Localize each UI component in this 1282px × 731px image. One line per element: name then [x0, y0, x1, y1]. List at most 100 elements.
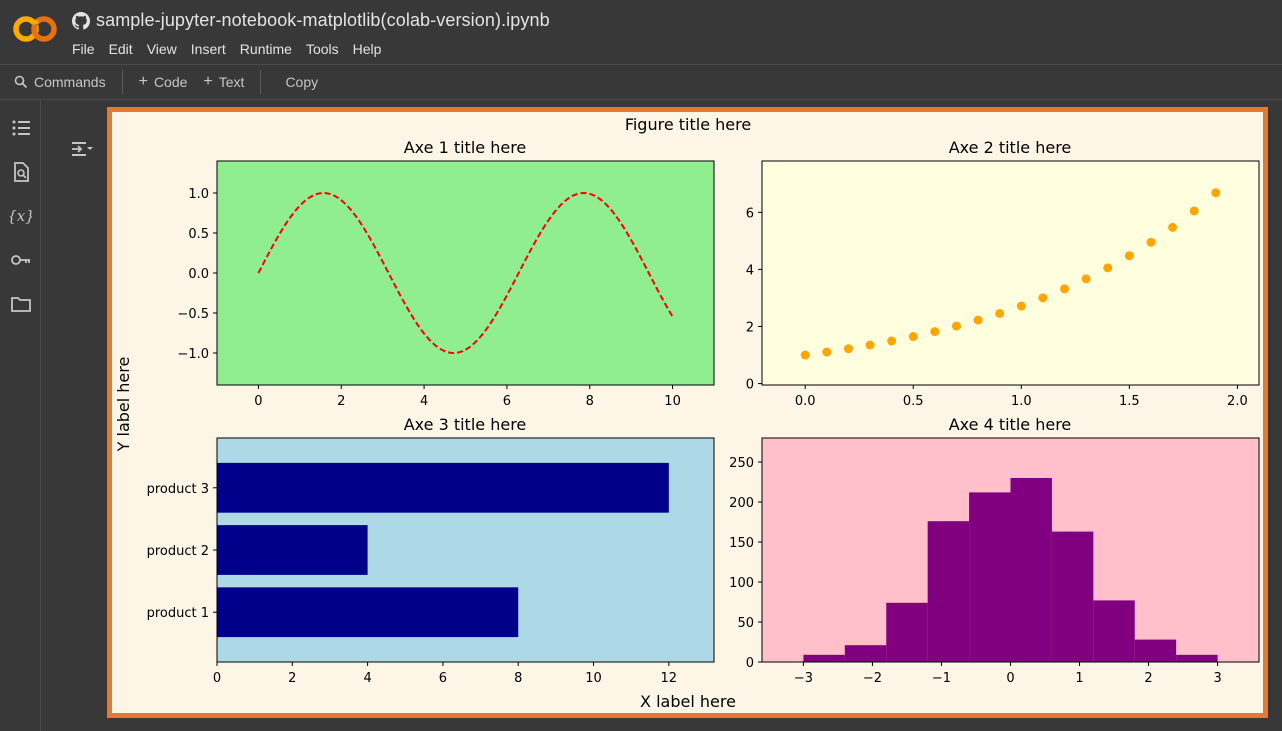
axes-1-xtick-label: 8	[586, 394, 594, 409]
scatter-point	[908, 332, 918, 342]
axes-1-xtick-label: 0	[254, 394, 262, 409]
menu-runtime[interactable]: Runtime	[240, 40, 306, 58]
text-label: Text	[218, 74, 245, 90]
axes-3-xtick-label: 8	[514, 671, 522, 686]
axes-2-title: Axe 2 title here	[949, 138, 1072, 157]
copy-to-drive-button[interactable]: Copy	[269, 65, 326, 99]
axes-3-xtick-label: 0	[213, 671, 221, 686]
menu-help[interactable]: Help	[353, 40, 396, 58]
histogram-bin	[927, 521, 970, 662]
scatter-point	[887, 336, 897, 346]
add-text-button[interactable]: + Text	[195, 65, 252, 99]
axes-4-xtick-label: 0	[1006, 671, 1014, 686]
github-icon	[72, 11, 90, 30]
axes-3-ytick-label: product 2	[147, 544, 209, 559]
notebook-title-row: sample-jupyter-notebook-matplotlib(colab…	[72, 10, 550, 31]
left-sidebar: {x}	[0, 100, 41, 731]
axes-2-background	[762, 161, 1259, 385]
axes-2-ytick-label: 2	[746, 321, 754, 336]
scatter-point	[973, 315, 983, 325]
table-of-contents-icon[interactable]	[10, 117, 32, 139]
scatter-point	[1081, 274, 1091, 284]
axes-1-xtick-label: 6	[503, 394, 511, 409]
scatter-point	[822, 347, 832, 357]
find-icon[interactable]	[10, 161, 32, 183]
axes-3-xtick-label: 6	[439, 671, 447, 686]
axes-1: Axe 1 title here 0 2 4 6 8 10 1.0 0.5 0.0 −0.5 −1.…	[177, 138, 715, 409]
figure-ylabel: Y label here	[114, 357, 133, 453]
colab-logo[interactable]	[12, 14, 58, 44]
axes-3-ytick-label: product 1	[147, 606, 209, 621]
scatter-point	[843, 344, 853, 354]
output-actions-icon[interactable]	[70, 138, 94, 160]
axes-4: Axe 4 title here −3 −2 −1 0 1 2 3 0 50 100 150 200 2…	[729, 415, 1260, 686]
histogram-bin	[1176, 654, 1218, 662]
axes-4-ytick-label: 200	[729, 496, 754, 511]
code-label: Code	[153, 74, 188, 90]
scatter-point	[1168, 222, 1178, 232]
axes-2-xtick-label: 2.0	[1227, 394, 1248, 409]
axes-4-xtick-label: −2	[863, 671, 882, 686]
axes-1-ytick-label: −1.0	[177, 347, 209, 362]
colab-window: sample-jupyter-notebook-matplotlib(colab…	[0, 0, 1282, 731]
figure-xlabel: X label here	[640, 692, 736, 711]
axes-4-xtick-label: 3	[1213, 671, 1221, 686]
axes-3-ytick-label: product 3	[147, 482, 209, 497]
axes-2-ytick-label: 6	[746, 206, 754, 221]
axes-3-xtick-label: 12	[661, 671, 678, 686]
axes-2-xtick-label: 1.5	[1119, 394, 1140, 409]
cell-output-figure: Figure title here X label here Y label h…	[107, 107, 1268, 718]
notebook-title[interactable]: sample-jupyter-notebook-matplotlib(colab…	[96, 10, 550, 31]
axes-2-xtick-label: 1.0	[1011, 394, 1032, 409]
menu-insert[interactable]: Insert	[191, 40, 240, 58]
histogram-bin	[1051, 531, 1094, 662]
scatter-point	[1124, 251, 1134, 261]
histogram-bin	[1010, 478, 1052, 662]
toolbar: Commands + Code + Text Copy	[0, 64, 1282, 100]
axes-1-ytick-label: 0.0	[188, 267, 209, 282]
axes-1-ytick-label: 1.0	[188, 187, 209, 202]
axes-1-xtick-label: 2	[337, 394, 345, 409]
bar-product-2	[217, 525, 368, 575]
commands-button[interactable]: Commands	[0, 65, 114, 99]
menu-edit[interactable]: Edit	[109, 40, 147, 58]
scatter-point	[1103, 263, 1113, 273]
scatter-point	[800, 350, 810, 360]
menu-bar: File Edit View Insert Runtime Tools Help	[72, 40, 395, 58]
axes-2-ytick-label: 0	[746, 378, 754, 393]
axes-4-ytick-label: 250	[729, 456, 754, 471]
axes-4-ytick-label: 0	[746, 656, 754, 671]
toolbar-divider	[121, 70, 123, 94]
scatter-point	[995, 308, 1005, 318]
commands-label: Commands	[34, 74, 106, 90]
scatter-point	[1211, 188, 1221, 198]
axes-3-xtick-label: 4	[363, 671, 371, 686]
axes-1-title: Axe 1 title here	[404, 138, 527, 157]
menu-tools[interactable]: Tools	[306, 40, 353, 58]
copy-label: Copy	[285, 74, 319, 90]
histogram-bin	[886, 602, 928, 662]
axes-1-ytick-label: −0.5	[177, 307, 209, 322]
toolbar-divider	[260, 70, 262, 94]
matplotlib-figure: Figure title here X label here Y label h…	[114, 115, 1260, 711]
axes-4-xtick-label: −3	[794, 671, 813, 686]
axes-2-xtick-label: 0.0	[795, 394, 816, 409]
scatter-point	[1146, 237, 1156, 247]
menu-view[interactable]: View	[147, 40, 191, 58]
files-folder-icon[interactable]	[10, 293, 32, 315]
add-code-button[interactable]: + Code	[131, 65, 196, 99]
axes-4-title: Axe 4 title here	[949, 415, 1072, 434]
axes-1-background	[217, 161, 714, 385]
bar-product-3	[217, 462, 669, 513]
histogram-bin	[969, 492, 1011, 662]
axes-1-ytick-label: 0.5	[188, 227, 209, 242]
axes-3-title: Axe 3 title here	[404, 415, 527, 434]
axes-4-ytick-label: 150	[729, 536, 754, 551]
axes-3: Axe 3 title here product 1 product 2 produ…	[147, 415, 715, 686]
plus-icon: +	[138, 73, 148, 90]
secrets-key-icon[interactable]	[10, 249, 32, 271]
scatter-point	[1038, 293, 1048, 303]
menu-file[interactable]: File	[72, 40, 109, 58]
axes-3-xtick-label: 10	[585, 671, 602, 686]
variables-icon[interactable]: {x}	[10, 205, 32, 227]
